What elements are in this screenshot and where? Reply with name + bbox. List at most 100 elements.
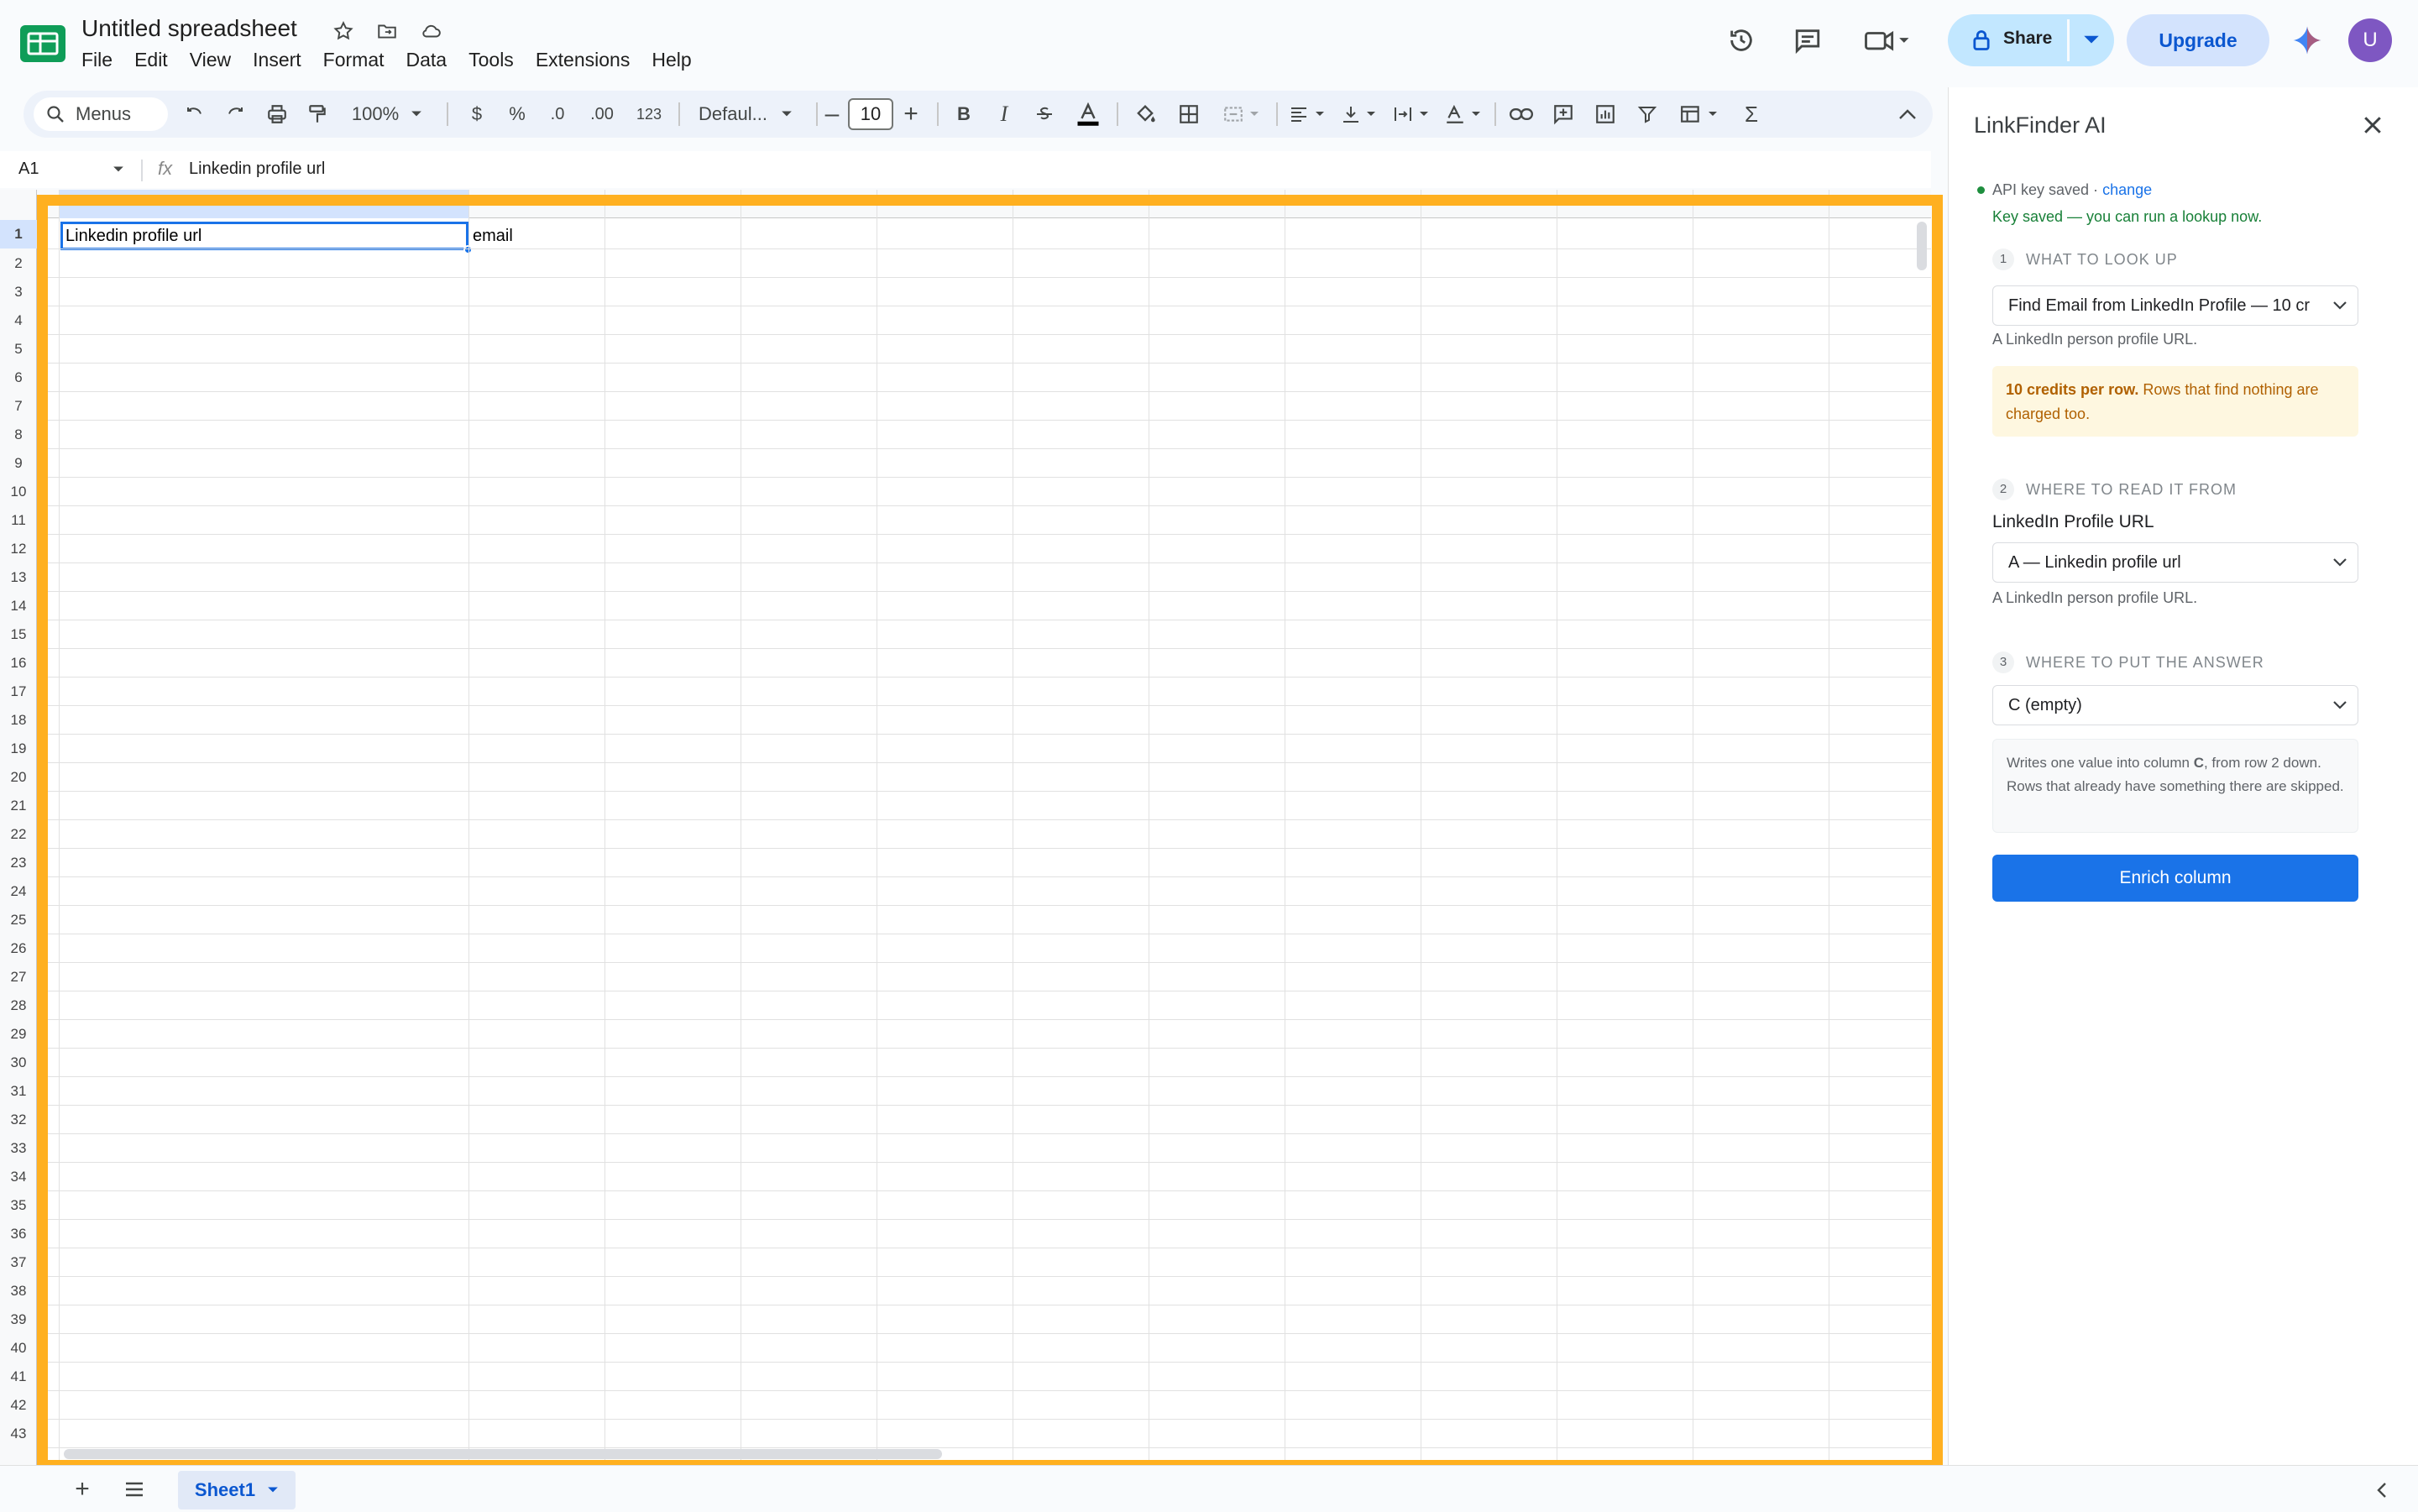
column-a-header[interactable] <box>59 190 468 218</box>
row-number[interactable]: 42 <box>0 1397 37 1414</box>
change-key-link[interactable]: change <box>2102 181 2152 198</box>
print-icon[interactable] <box>259 91 296 138</box>
menu-view[interactable]: View <box>190 49 242 71</box>
all-sheets-icon[interactable] <box>119 1474 149 1504</box>
row-number[interactable]: 22 <box>0 826 37 843</box>
percent-format-button[interactable]: % <box>500 91 534 138</box>
gemini-icon[interactable] <box>2290 24 2324 57</box>
row-number[interactable]: 24 <box>0 883 37 900</box>
row-number[interactable]: 2 <box>0 255 37 272</box>
font-size-decrease-button[interactable]: – <box>819 91 845 138</box>
side-panel-toggle-icon[interactable] <box>2368 1476 2396 1504</box>
paint-format-icon[interactable] <box>299 91 336 138</box>
row-number[interactable]: 21 <box>0 798 37 814</box>
row-number[interactable]: 5 <box>0 341 37 358</box>
fill-color-icon[interactable] <box>1127 91 1164 138</box>
row-number[interactable]: 27 <box>0 969 37 986</box>
source-column-select[interactable]: A — Linkedin profile url <box>1992 542 2358 583</box>
text-color-icon[interactable] <box>1070 91 1107 138</box>
merge-cells-icon[interactable] <box>1214 91 1268 138</box>
row-number[interactable]: 20 <box>0 769 37 786</box>
row-number[interactable]: 7 <box>0 398 37 415</box>
enrich-column-button[interactable]: Enrich column <box>1992 855 2358 902</box>
menus-search[interactable]: Menus <box>34 97 168 131</box>
row-number[interactable]: 8 <box>0 426 37 443</box>
row-number[interactable]: 39 <box>0 1311 37 1328</box>
number-format-button[interactable]: 123 <box>628 91 670 138</box>
row-number[interactable]: 6 <box>0 369 37 386</box>
close-icon[interactable] <box>2360 112 2385 138</box>
row-number[interactable]: 19 <box>0 740 37 757</box>
row-number[interactable]: 32 <box>0 1112 37 1128</box>
row-number[interactable]: 15 <box>0 626 37 643</box>
insert-link-icon[interactable] <box>1503 91 1540 138</box>
horizontal-scrollbar[interactable] <box>64 1449 942 1459</box>
menu-file[interactable]: File <box>81 49 123 71</box>
font-select[interactable]: Defaul... <box>687 91 813 138</box>
row-number[interactable]: 26 <box>0 940 37 957</box>
row-number[interactable]: 38 <box>0 1283 37 1300</box>
row-number[interactable]: 41 <box>0 1368 37 1385</box>
sheets-logo-icon[interactable] <box>20 25 65 62</box>
row-number[interactable]: 17 <box>0 683 37 700</box>
menu-insert[interactable]: Insert <box>253 49 312 71</box>
row-number[interactable]: 25 <box>0 912 37 929</box>
sheet-tab-sheet1[interactable]: Sheet1 <box>178 1471 296 1509</box>
star-icon[interactable] <box>331 18 356 44</box>
text-rotation-icon[interactable] <box>1439 91 1486 138</box>
increase-decimal-button[interactable]: .00 <box>581 91 623 138</box>
row-number[interactable]: 33 <box>0 1140 37 1157</box>
row-number[interactable]: 13 <box>0 569 37 586</box>
redo-icon[interactable] <box>218 91 252 138</box>
formula-input[interactable]: Linkedin profile url <box>189 160 325 179</box>
row-number[interactable]: 1 <box>0 220 37 249</box>
row-number[interactable]: 3 <box>0 284 37 301</box>
meet-icon[interactable] <box>1858 24 1917 57</box>
cell-b1[interactable]: email <box>473 227 513 246</box>
row-number[interactable]: 10 <box>0 484 37 500</box>
row-number[interactable]: 11 <box>0 512 37 529</box>
insert-chart-icon[interactable] <box>1587 91 1624 138</box>
share-dropdown-icon[interactable] <box>2082 34 2101 46</box>
lookup-type-select[interactable]: Find Email from LinkedIn Profile — 10 cr <box>1992 285 2358 326</box>
insert-comment-icon[interactable] <box>1545 91 1582 138</box>
row-number[interactable]: 14 <box>0 598 37 615</box>
spreadsheet-grid[interactable]: 1 2 3 4 5 6 7 8 9 10 11 12 13 14 15 16 17 18 19 20 21 22 23 24 2… <box>0 190 1931 1466</box>
menu-tools[interactable]: Tools <box>468 49 525 71</box>
row-number[interactable]: 37 <box>0 1254 37 1271</box>
row-number[interactable]: 16 <box>0 655 37 672</box>
row-number[interactable]: 9 <box>0 455 37 472</box>
row-number[interactable]: 30 <box>0 1054 37 1071</box>
output-column-select[interactable]: C (empty) <box>1992 685 2358 725</box>
menu-edit[interactable]: Edit <box>134 49 179 71</box>
row-number[interactable]: 34 <box>0 1169 37 1185</box>
borders-icon[interactable] <box>1170 91 1207 138</box>
filter-views-icon[interactable] <box>1671 91 1726 138</box>
cloud-status-icon[interactable] <box>418 18 443 44</box>
decrease-decimal-button[interactable]: .0 <box>539 91 576 138</box>
functions-icon[interactable]: Σ <box>1733 91 1770 138</box>
row-number[interactable]: 29 <box>0 1026 37 1043</box>
strikethrough-icon[interactable] <box>1028 91 1061 138</box>
vertical-align-icon[interactable] <box>1335 91 1382 138</box>
row-number[interactable]: 23 <box>0 855 37 871</box>
row-number[interactable]: 43 <box>0 1426 37 1442</box>
menu-data[interactable]: Data <box>406 49 458 71</box>
version-history-icon[interactable] <box>1725 24 1758 57</box>
upgrade-button[interactable]: Upgrade <box>2127 14 2269 66</box>
filter-icon[interactable] <box>1629 91 1666 138</box>
collapse-toolbar-icon[interactable] <box>1889 91 1926 138</box>
menu-format[interactable]: Format <box>323 49 395 71</box>
row-number[interactable]: 12 <box>0 541 37 557</box>
add-sheet-icon[interactable]: + <box>67 1474 97 1504</box>
row-number[interactable]: 28 <box>0 997 37 1014</box>
horizontal-align-icon[interactable] <box>1283 91 1330 138</box>
zoom-select[interactable]: 100% <box>341 91 433 138</box>
vertical-scrollbar[interactable] <box>1917 222 1927 270</box>
menu-extensions[interactable]: Extensions <box>536 49 641 71</box>
font-size-input[interactable]: 10 <box>848 98 893 130</box>
menu-help[interactable]: Help <box>652 49 702 71</box>
font-size-increase-button[interactable]: + <box>897 91 925 138</box>
doc-title[interactable]: Untitled spreadsheet <box>81 15 297 42</box>
row-number[interactable]: 40 <box>0 1340 37 1357</box>
